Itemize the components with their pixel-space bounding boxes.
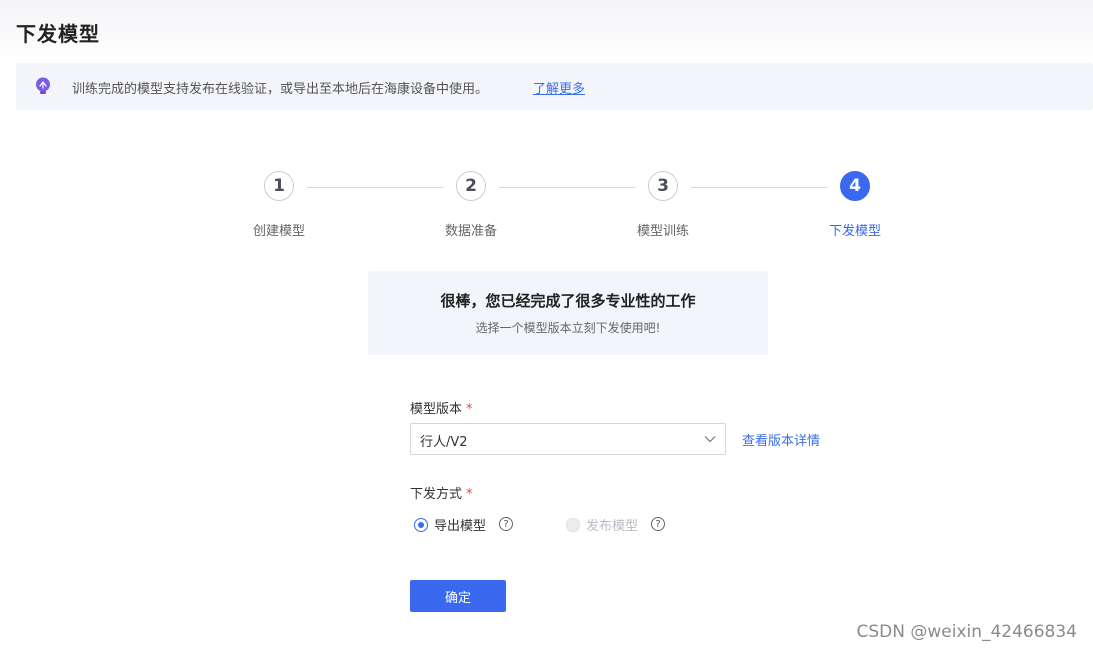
chevron-down-icon [704,436,716,443]
page-title: 下发模型 [16,22,100,46]
congrats-panel: 很棒，您已经完成了很多专业性的工作 选择一个模型版本立刻下发使用吧! [368,271,768,355]
version-detail-link[interactable]: 查看版本详情 [742,430,820,449]
info-banner-text: 训练完成的模型支持发布在线验证，或导出至本地后在海康设备中使用。 [72,82,489,97]
required-mark: * [466,402,473,417]
step-2-label: 数据准备 [444,224,497,239]
required-mark: * [466,487,473,502]
publish-model-radio [566,518,580,532]
help-icon[interactable]: ? [499,517,513,531]
lightbulb-icon [36,77,50,94]
step-4-indicator: 4 [840,171,870,201]
info-banner: 训练完成的模型支持发布在线验证，或导出至本地后在海康设备中使用。 了解更多 [16,63,1093,110]
export-model-radio-label[interactable]: 导出模型 [434,515,486,534]
step-connector [307,187,444,188]
page-header: 下发模型 [0,0,1093,62]
model-version-label-text: 模型版本 [410,402,463,417]
help-icon[interactable]: ? [651,517,665,531]
model-version-value: 行人/V2 [420,435,468,450]
model-version-label: 模型版本 * [410,398,473,417]
step-3-label: 模型训练 [636,224,689,239]
step-4-label: 下发模型 [828,224,881,239]
step-connector [691,187,828,188]
step-1-indicator: 1 [264,171,294,201]
model-version-select[interactable]: 行人/V2 [410,423,726,455]
learn-more-link[interactable]: 了解更多 [533,78,585,97]
confirm-button[interactable]: 确定 [410,580,506,612]
publish-model-radio-label: 发布模型 [586,519,639,534]
congrats-title: 很棒，您已经完成了很多专业性的工作 [440,292,696,310]
step-2-indicator: 2 [456,171,486,201]
deploy-method-label-text: 下发方式 [410,487,463,502]
congrats-subtitle: 选择一个模型版本立刻下发使用吧! [475,321,661,335]
deploy-method-label: 下发方式 * [410,483,473,502]
step-3-indicator: 3 [648,171,678,201]
step-1-label: 创建模型 [252,224,305,239]
step-connector [499,187,636,188]
export-model-radio[interactable] [414,518,428,532]
watermark-text: CSDN @weixin_42466834 [856,622,1077,642]
